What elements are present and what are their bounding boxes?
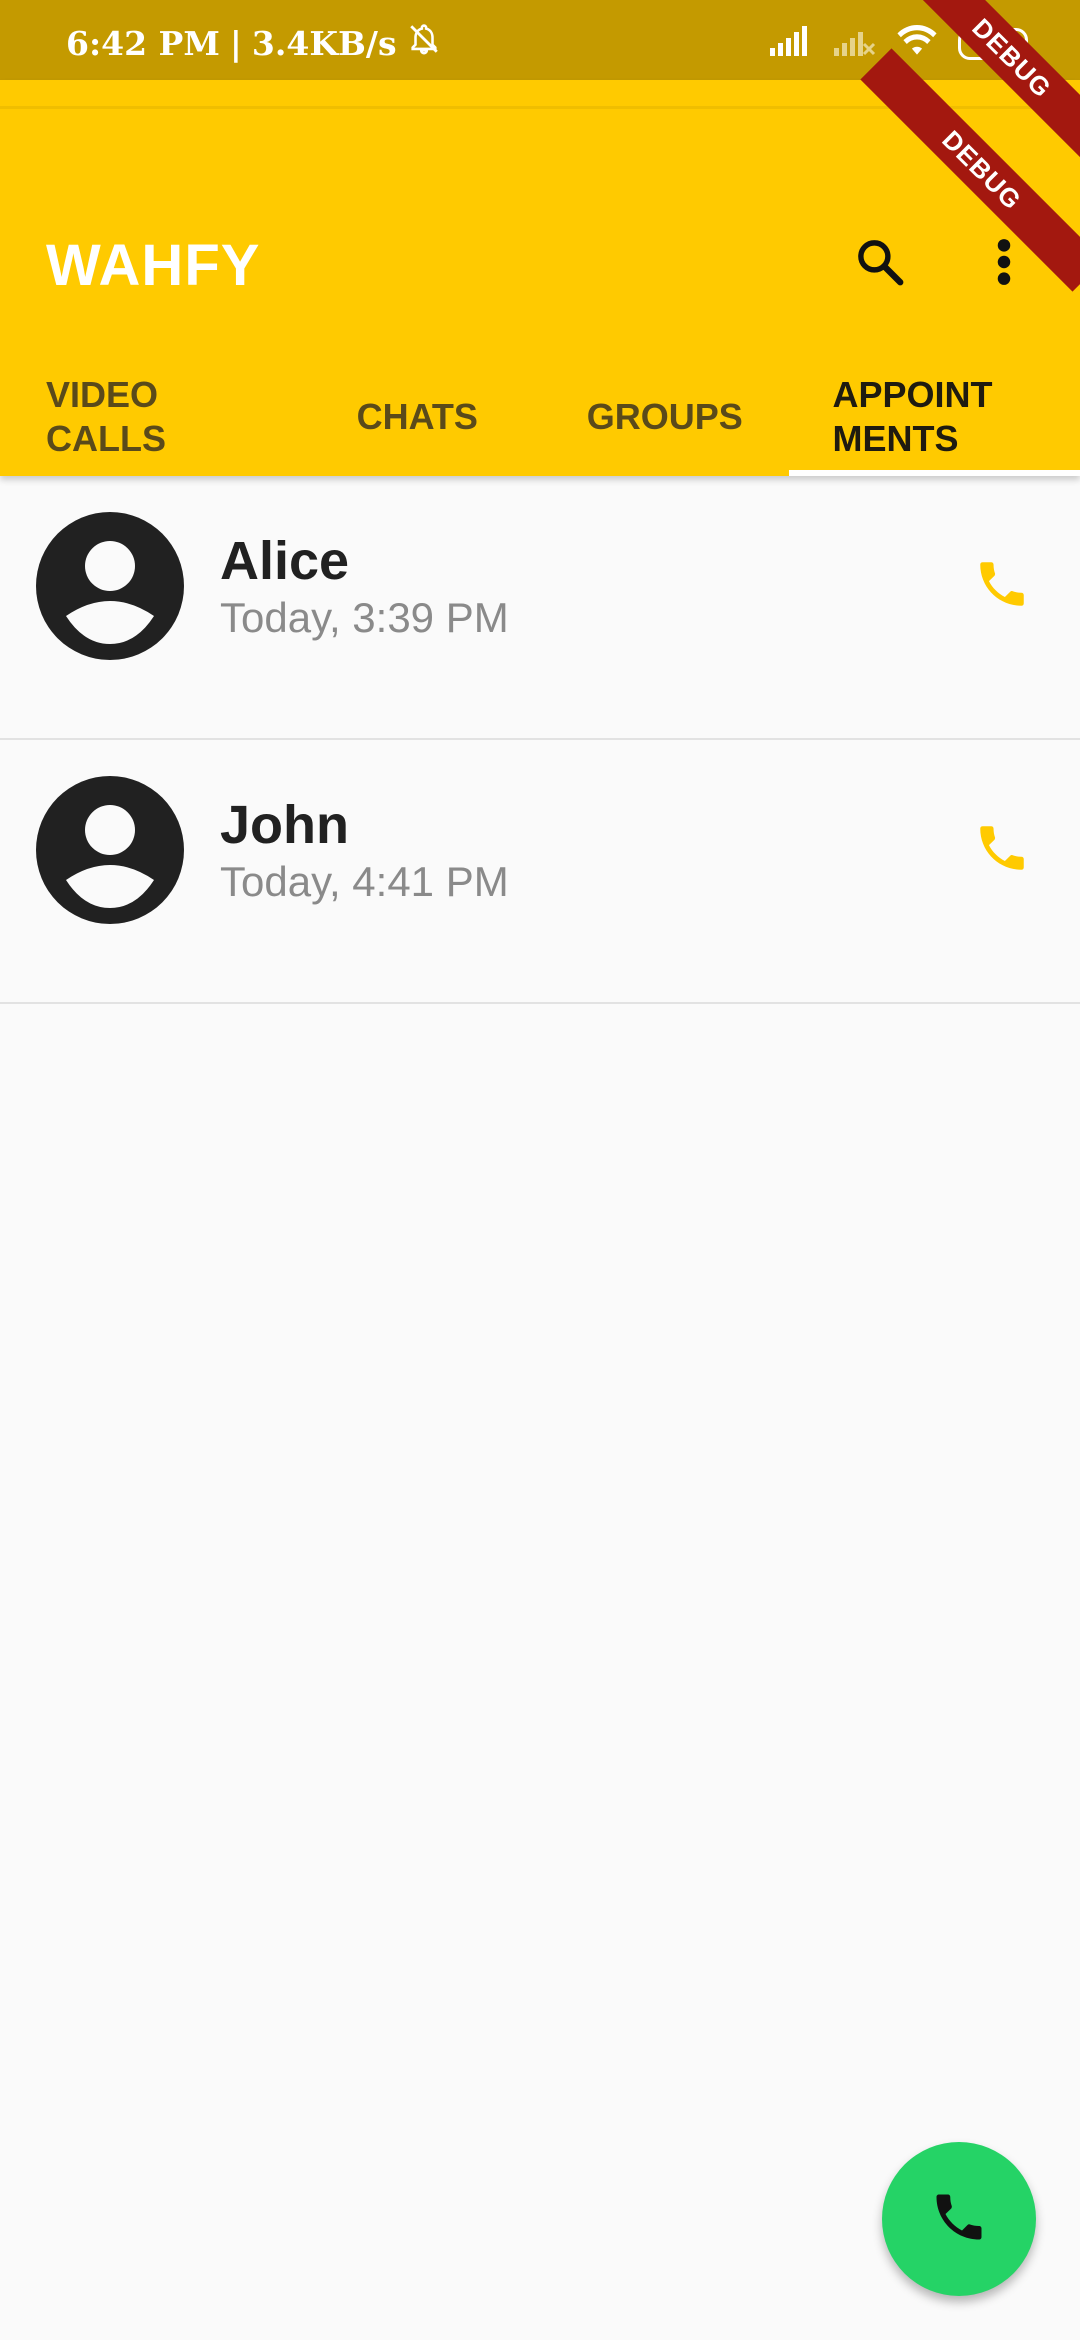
search-button[interactable]: [848, 232, 912, 296]
status-left: 6:42 PM | 3.4KB/s: [66, 22, 441, 64]
search-icon: [853, 235, 907, 294]
app-title: WAHFY: [46, 233, 261, 298]
appointment-time: Today, 3:39 PM: [220, 594, 509, 641]
tab-groups[interactable]: GROUPS: [541, 358, 789, 476]
call-button[interactable]: [968, 552, 1036, 620]
wifi-icon: [896, 24, 938, 63]
tab-appointments[interactable]: APPOINT MENTS: [788, 358, 1080, 476]
tab-chats[interactable]: CHATS: [294, 358, 542, 476]
status-separator: |: [229, 23, 242, 63]
status-network-speed: 3.4KB/s: [251, 23, 397, 63]
avatar-icon: [36, 776, 184, 924]
mute-bell-icon: [407, 22, 441, 64]
status-time: 6:42 PM: [66, 23, 220, 63]
status-bar: 6:42 PM | 3.4KB/s 22: [0, 0, 1080, 80]
tab-label-groups: GROUPS: [586, 396, 743, 437]
appointment-list: Alice Today, 3:39 PM John Today, 4:41 PM: [0, 476, 1080, 1004]
list-item[interactable]: Alice Today, 3:39 PM: [0, 476, 1080, 740]
contact-name: Alice: [220, 531, 350, 591]
list-item[interactable]: John Today, 4:41 PM: [0, 740, 1080, 1004]
tab-label-chats: CHATS: [356, 396, 478, 437]
tab-label-video-calls: VIDEO CALLS: [46, 374, 166, 459]
phone-icon: [973, 555, 1031, 618]
more-vert-icon: [994, 237, 1014, 292]
appointment-time: Today, 4:41 PM: [220, 858, 509, 905]
signal-no-service-icon: [832, 26, 876, 61]
call-button[interactable]: [968, 816, 1036, 884]
phone-icon: [973, 819, 1031, 882]
app-bar: WAHFY VIDEO CALLS CHATS GROUPS APPOINT M…: [0, 80, 1080, 476]
tab-video-calls[interactable]: VIDEO CALLS: [0, 358, 294, 476]
tab-label-appointments: APPOINT MENTS: [832, 374, 993, 459]
phone-icon: [929, 2187, 989, 2252]
avatar-icon: [36, 512, 184, 660]
contact-name: John: [220, 795, 349, 855]
new-call-fab[interactable]: [882, 2142, 1036, 2296]
tab-bar: VIDEO CALLS CHATS GROUPS APPOINT MENTS: [0, 358, 1080, 476]
signal-icon: [768, 26, 812, 61]
